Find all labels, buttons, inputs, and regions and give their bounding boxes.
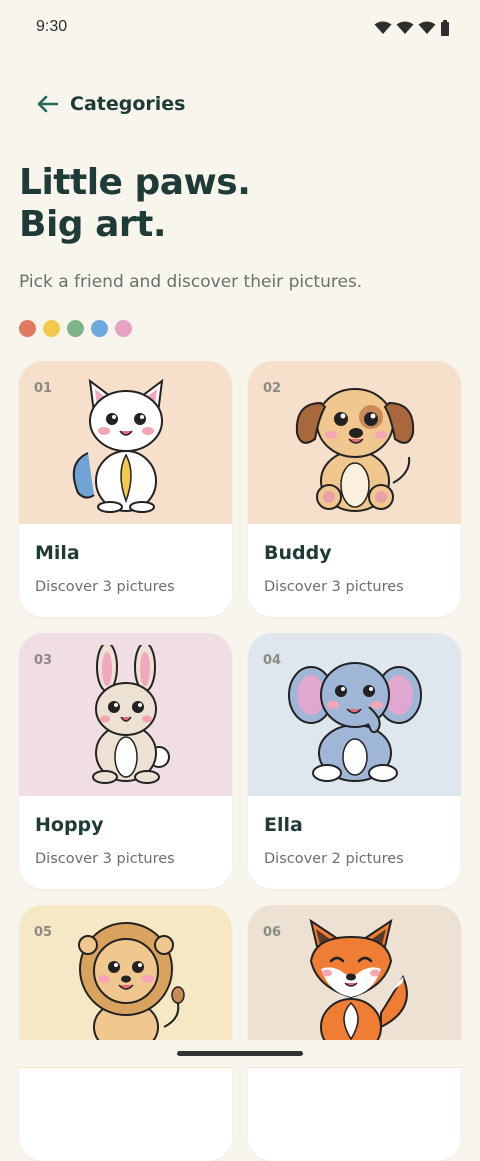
bunny-icon — [91, 645, 170, 784]
card-name: Hoppy — [35, 814, 104, 836]
card-number: 02 — [263, 381, 282, 396]
card-description: Discover 3 pictures — [35, 579, 175, 595]
arrow-back-icon — [37, 95, 58, 113]
card-number: 05 — [34, 925, 53, 940]
category-card-06[interactable]: 06 — [248, 905, 461, 1161]
dot-yellow — [43, 320, 60, 337]
fox-icon — [308, 918, 408, 1056]
color-dots — [19, 320, 132, 337]
card-name: Ella — [264, 814, 303, 836]
card-description: Discover 2 pictures — [264, 851, 404, 867]
top-bar: Categories — [36, 90, 185, 118]
card-number: 03 — [34, 653, 53, 668]
dot-red — [19, 320, 36, 337]
category-card-ella[interactable]: 04 Ella Discover 2 pictures — [248, 633, 461, 889]
card-art: 01 — [19, 361, 232, 524]
category-card-05[interactable]: 05 — [19, 905, 232, 1161]
signal-icon — [396, 21, 414, 34]
dot-blue — [91, 320, 108, 337]
card-art: 02 — [248, 361, 461, 524]
card-description: Discover 3 pictures — [264, 579, 404, 595]
page-subtitle: Pick a friend and discover their picture… — [19, 272, 363, 292]
title-line-2: Big art. — [19, 204, 167, 245]
category-card-mila[interactable]: 01 Mila Discover 3 pictures — [19, 361, 232, 617]
card-description: Discover 3 pictures — [35, 851, 175, 867]
cat-icon — [72, 378, 163, 513]
wifi-icon — [374, 21, 392, 34]
header-title: Categories — [70, 93, 186, 115]
back-button[interactable] — [36, 95, 58, 113]
status-icons — [374, 20, 450, 36]
signal-icon-2 — [418, 21, 436, 34]
card-number: 04 — [263, 653, 282, 668]
battery-icon — [441, 20, 449, 36]
category-card-hoppy[interactable]: 03 Hoppy Discover 3 pictures — [19, 633, 232, 889]
title-line-1: Little paws. — [19, 162, 251, 203]
dot-green — [67, 320, 84, 337]
page-title: Little paws. Big art. — [19, 162, 251, 246]
card-name: Mila — [35, 542, 80, 564]
lion-icon — [77, 922, 185, 1054]
category-card-buddy[interactable]: 02 Buddy Discover 3 pictures — [248, 361, 461, 617]
elephant-icon — [287, 662, 422, 782]
dot-pink — [115, 320, 132, 337]
card-art: 03 — [19, 633, 232, 796]
card-number: 06 — [263, 925, 282, 940]
card-number: 01 — [34, 381, 53, 396]
home-handle[interactable] — [177, 1051, 303, 1056]
dog-icon — [295, 388, 414, 512]
status-bar: 9:30 — [0, 0, 480, 56]
status-time: 9:30 — [36, 18, 68, 35]
gesture-navigation-bar — [0, 1040, 480, 1067]
card-art: 04 — [248, 633, 461, 796]
card-name: Buddy — [264, 542, 332, 564]
